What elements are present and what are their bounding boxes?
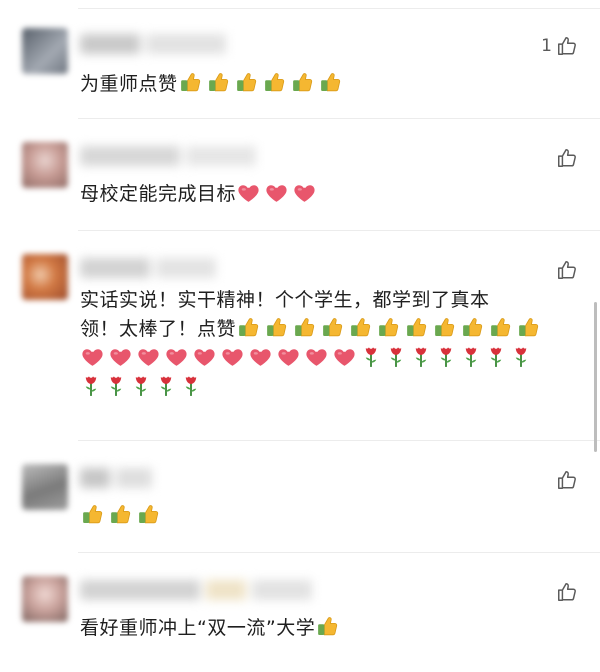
heart-emoji-icon bbox=[292, 180, 317, 205]
avatar[interactable] bbox=[22, 28, 68, 74]
thumbs-up-emoji-icon bbox=[290, 70, 315, 95]
thumbs-up-emoji-icon bbox=[108, 502, 133, 527]
like-button[interactable] bbox=[552, 468, 578, 492]
heart-emoji-icon bbox=[236, 180, 261, 205]
heart-emoji-icon bbox=[332, 344, 357, 369]
comment-text-content: 母校定能完成目标 bbox=[80, 183, 237, 205]
like-button[interactable] bbox=[552, 146, 578, 170]
commenter-name[interactable] bbox=[80, 258, 230, 278]
rose-emoji-icon bbox=[385, 344, 407, 369]
thumbs-up-emoji-icon bbox=[262, 70, 287, 95]
thumbs-up-emoji-icon bbox=[432, 315, 457, 340]
thumbs-up-emoji-icon bbox=[348, 315, 373, 340]
thumbs-up-outline-icon bbox=[556, 581, 578, 603]
emoji-group bbox=[80, 376, 205, 398]
comment-text-content: 看好重师冲上 bbox=[80, 617, 198, 639]
emoji-group bbox=[178, 73, 346, 95]
heart-emoji-icon bbox=[220, 344, 245, 369]
avatar[interactable] bbox=[22, 464, 68, 510]
thumbs-up-outline-icon bbox=[556, 147, 578, 169]
thumbs-up-outline-icon bbox=[556, 259, 578, 281]
rose-emoji-icon bbox=[360, 344, 382, 369]
thumbs-up-emoji-icon bbox=[516, 315, 541, 340]
rose-emoji-icon bbox=[410, 344, 432, 369]
thumbs-up-emoji-icon bbox=[236, 315, 261, 340]
thumbs-up-outline-icon bbox=[556, 469, 578, 491]
comment-text-line: 领！太棒了！点赞 bbox=[80, 318, 237, 340]
rose-emoji-icon bbox=[460, 344, 482, 369]
rose-emoji-icon bbox=[130, 373, 152, 398]
emoji-group bbox=[236, 183, 320, 205]
comment-text-content: 为重师点赞 bbox=[80, 73, 178, 95]
comment-item: 母校定能完成目标 bbox=[0, 118, 600, 230]
comment-item: 1 为重师点赞 bbox=[0, 0, 600, 118]
thumbs-up-emoji-icon bbox=[376, 315, 401, 340]
thumbs-up-emoji-icon bbox=[315, 614, 340, 639]
comment-text: 为重师点赞 bbox=[80, 70, 562, 99]
heart-emoji-icon bbox=[164, 344, 189, 369]
heart-emoji-icon bbox=[80, 344, 105, 369]
scrollbar[interactable] bbox=[594, 302, 597, 452]
comment-item: 实话实说！实干精神！个个学生，都学到了真本 领！太棒了！点赞 bbox=[0, 230, 600, 440]
thumbs-up-emoji-icon bbox=[178, 70, 203, 95]
emoji-group bbox=[80, 505, 164, 527]
thumbs-up-emoji-icon bbox=[136, 502, 161, 527]
thumbs-up-emoji-icon bbox=[320, 315, 345, 340]
avatar[interactable] bbox=[22, 576, 68, 622]
commenter-name[interactable] bbox=[80, 146, 270, 166]
rose-emoji-icon bbox=[180, 373, 202, 398]
like-button[interactable] bbox=[552, 258, 578, 282]
heart-emoji-icon bbox=[192, 344, 217, 369]
thumbs-up-emoji-icon bbox=[234, 70, 259, 95]
heart-emoji-icon bbox=[264, 180, 289, 205]
rose-emoji-icon bbox=[510, 344, 532, 369]
comment-text bbox=[80, 502, 562, 531]
heart-emoji-icon bbox=[136, 344, 161, 369]
emoji-group bbox=[236, 318, 544, 340]
heart-emoji-icon bbox=[276, 344, 301, 369]
like-button[interactable] bbox=[552, 580, 578, 604]
heart-emoji-icon bbox=[248, 344, 273, 369]
comment-text-content: 大学 bbox=[276, 617, 316, 639]
heart-emoji-icon bbox=[108, 344, 133, 369]
rose-emoji-icon bbox=[155, 373, 177, 398]
comment-text: 实话实说！实干精神！个个学生，都学到了真本 领！太棒了！点赞 bbox=[80, 286, 562, 402]
heart-emoji-icon bbox=[304, 344, 329, 369]
thumbs-up-emoji-icon bbox=[404, 315, 429, 340]
avatar[interactable] bbox=[22, 254, 68, 300]
thumbs-up-emoji-icon bbox=[488, 315, 513, 340]
comment-text: 看好重师冲上“双一流”大学 bbox=[80, 614, 562, 643]
thumbs-up-emoji-icon bbox=[80, 502, 105, 527]
rose-emoji-icon bbox=[485, 344, 507, 369]
thumbs-up-emoji-icon bbox=[264, 315, 289, 340]
avatar[interactable] bbox=[22, 142, 68, 188]
commenter-name[interactable] bbox=[80, 468, 160, 488]
thumbs-up-emoji-icon bbox=[318, 70, 343, 95]
thumbs-up-emoji-icon bbox=[206, 70, 231, 95]
rose-emoji-icon bbox=[80, 373, 102, 398]
comment-text-quote: “双一流” bbox=[197, 617, 277, 639]
thumbs-up-emoji-icon bbox=[460, 315, 485, 340]
comment-text-line: 实话实说！实干精神！个个学生，都学到了真本 bbox=[80, 289, 490, 311]
comment-item: 看好重师冲上“双一流”大学 bbox=[0, 552, 600, 672]
comment-item bbox=[0, 440, 600, 552]
rose-emoji-icon bbox=[435, 344, 457, 369]
like-count: 1 bbox=[541, 36, 552, 56]
like-button[interactable]: 1 bbox=[541, 34, 578, 58]
rose-emoji-icon bbox=[105, 373, 127, 398]
emoji-group bbox=[315, 617, 343, 639]
emoji-group bbox=[80, 347, 535, 369]
commenter-name[interactable] bbox=[80, 580, 330, 600]
thumbs-up-outline-icon bbox=[556, 35, 578, 57]
thumbs-up-emoji-icon bbox=[292, 315, 317, 340]
comment-text: 母校定能完成目标 bbox=[80, 180, 562, 209]
commenter-name[interactable] bbox=[80, 34, 240, 54]
